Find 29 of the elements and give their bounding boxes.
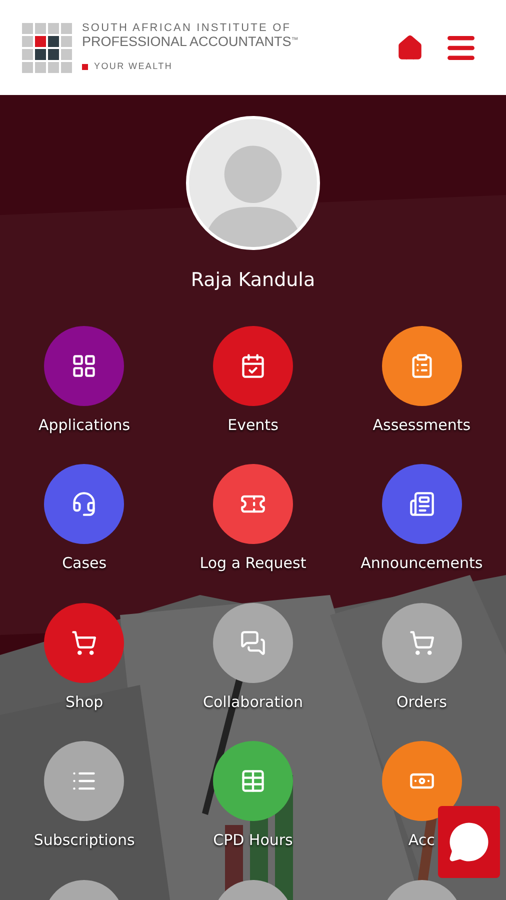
table-icon <box>240 768 266 794</box>
tile-label[interactable]: Log a Request <box>200 552 306 574</box>
logo-text: SOUTH AFRICAN INSTITUTE OF <box>82 22 292 34</box>
tagline: YOUR WEALTH <box>94 62 173 71</box>
grid-icon <box>71 352 98 378</box>
newspaper-icon <box>408 491 435 517</box>
chat-bubble-icon <box>447 820 491 864</box>
chat-button[interactable] <box>438 806 500 878</box>
tile-label[interactable]: Applications <box>38 414 130 436</box>
tile-label[interactable]: Subscriptions <box>34 829 135 852</box>
tile-label[interactable]: Collaboration <box>203 690 303 713</box>
tile-label[interactable]: CPD Hours <box>213 829 293 852</box>
tile-label[interactable]: Announcements <box>360 552 483 574</box>
cart-icon <box>71 630 98 656</box>
logo-text: PROFESSIONAL ACCOUNTANTS$^{™}$ <box>82 34 298 48</box>
logo-mark-icon <box>22 22 72 72</box>
tile-label[interactable]: Orders <box>396 690 447 713</box>
calendar-icon <box>240 352 266 378</box>
chat-icon <box>240 630 266 656</box>
tile-label[interactable]: Shop <box>65 690 104 713</box>
cart-icon <box>408 630 435 656</box>
tagline-bullet-icon <box>82 64 88 70</box>
tile-label[interactable]: Cases <box>62 552 107 574</box>
tile-label[interactable]: Assessments <box>372 414 471 436</box>
tile-label[interactable]: Events <box>228 414 278 436</box>
home-button[interactable] <box>396 34 424 62</box>
tile-label[interactable]: Acc <box>408 829 435 852</box>
headset-icon <box>71 491 98 517</box>
user-name: Raja Kandula <box>190 268 316 293</box>
